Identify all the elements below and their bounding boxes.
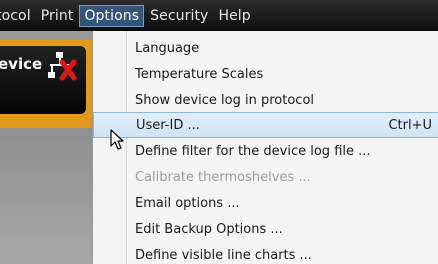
- device-label: evice: [0, 55, 43, 73]
- menu-item-shortcut: Ctrl+U: [388, 117, 432, 133]
- menu-security[interactable]: Security: [146, 5, 212, 27]
- mouse-pointer-icon: [110, 129, 124, 150]
- menu-item-user-id[interactable]: User-ID ... Ctrl+U: [93, 112, 438, 138]
- menu-item-label: Define filter for the device log file ..…: [135, 143, 371, 159]
- menu-protocol[interactable]: tocol: [0, 5, 35, 27]
- menu-item-label: Edit Backup Options ...: [135, 221, 283, 237]
- background-lower: [0, 128, 92, 264]
- menu-item-label: User-ID ...: [136, 117, 200, 133]
- menu-item-temperature-scales[interactable]: Temperature Scales: [93, 61, 438, 87]
- menu-item-define-line-charts[interactable]: Define visible line charts ...: [93, 242, 438, 264]
- options-menu: Language Temperature Scales Show device …: [92, 31, 438, 264]
- menu-bar: tocol Print Options Security Help: [0, 0, 438, 31]
- menu-options[interactable]: Options: [79, 4, 145, 27]
- menu-item-language[interactable]: Language: [93, 35, 438, 61]
- menu-help[interactable]: Help: [214, 5, 254, 27]
- menu-item-label: Email options ...: [135, 195, 240, 211]
- menu-item-label: Calibrate thermoshelves ...: [135, 169, 311, 185]
- menu-item-define-filter[interactable]: Define filter for the device log file ..…: [93, 138, 438, 164]
- menu-item-email-options[interactable]: Email options ...: [93, 190, 438, 216]
- menu-item-edit-backup-options[interactable]: Edit Backup Options ...: [93, 216, 438, 242]
- network-disconnected-icon: [48, 52, 77, 81]
- menu-item-show-device-log[interactable]: Show device log in protocol: [93, 87, 438, 113]
- menu-item-calibrate-thermoshelves: Calibrate thermoshelves ...: [93, 164, 438, 190]
- menu-item-label: Define visible line charts ...: [135, 247, 312, 263]
- menu-item-label: Temperature Scales: [135, 66, 264, 82]
- menu-print[interactable]: Print: [37, 5, 78, 27]
- menu-item-label: Language: [135, 40, 200, 56]
- menu-item-label: Show device log in protocol: [135, 92, 315, 108]
